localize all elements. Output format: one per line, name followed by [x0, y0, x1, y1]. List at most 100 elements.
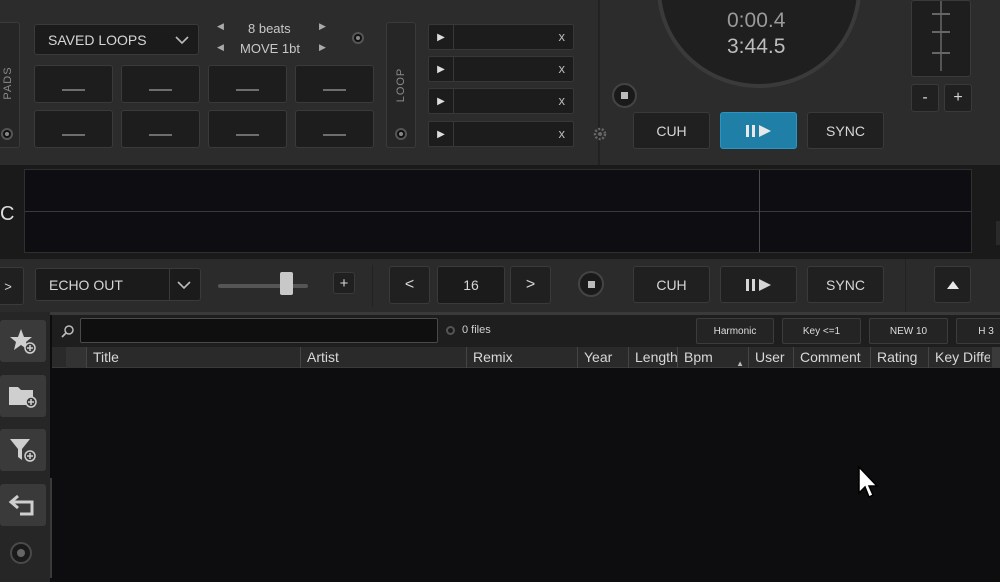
folder-add-icon [9, 387, 37, 408]
filter-h[interactable]: H 3 [956, 318, 1000, 344]
search-option-dot[interactable] [446, 326, 455, 335]
pad-2[interactable] [121, 65, 200, 103]
column-comment[interactable]: Comment [793, 347, 870, 368]
column-bpm[interactable]: Bpm ▲ [677, 347, 748, 368]
pads-mode-select[interactable]: SAVED LOOPS [34, 24, 199, 55]
loop-indicator-dot [395, 128, 407, 140]
pitch-track [940, 1, 942, 71]
loop-slot-2[interactable]: ▶ x [428, 56, 574, 82]
chevron-down-icon [175, 36, 189, 45]
play-pause-button[interactable] [720, 112, 797, 149]
pad-7[interactable] [208, 110, 287, 148]
record-icon[interactable] [10, 542, 32, 564]
pad-5[interactable] [34, 110, 113, 148]
row-selector-column [66, 347, 86, 368]
pitch-plus-button[interactable]: + [944, 84, 972, 112]
waveform-marker [759, 170, 760, 252]
filter-key[interactable]: Key <=1 [782, 318, 861, 344]
play-pause-icon [745, 278, 771, 291]
pitch-minus-button[interactable]: - [911, 84, 939, 112]
stop-button[interactable] [578, 271, 604, 297]
pad-1[interactable] [34, 65, 113, 103]
pads-option-dot[interactable] [352, 32, 364, 44]
pads-mode-label: SAVED LOOPS [48, 31, 147, 48]
column-user[interactable]: User [748, 347, 793, 368]
close-icon[interactable]: x [559, 93, 566, 108]
triangle-up-icon [946, 280, 959, 289]
waveform-display[interactable] [24, 169, 972, 253]
time-elapsed: 0:00.4 [727, 9, 786, 32]
effect-slider-handle[interactable] [280, 272, 293, 295]
column-length[interactable]: Length [628, 347, 677, 368]
column-artist[interactable]: Artist [300, 347, 466, 368]
pad-6[interactable] [121, 110, 200, 148]
pad-4[interactable] [295, 65, 374, 103]
play-icon[interactable]: ▶ [429, 57, 454, 81]
play-pause-icon [745, 124, 771, 137]
close-icon[interactable]: x [559, 126, 566, 141]
column-key-diff[interactable]: Key Diffe [928, 347, 990, 368]
stop-icon [587, 280, 595, 288]
column-rating[interactable]: Rating [870, 347, 928, 368]
favorites-add-button[interactable] [0, 320, 46, 362]
column-title[interactable]: Title [86, 347, 300, 368]
loop-slot-3[interactable]: ▶ x [428, 88, 574, 114]
sort-ascending-icon: ▲ [736, 359, 744, 368]
play-icon[interactable]: ▶ [429, 89, 454, 113]
loop-slot-4[interactable]: ▶ x [428, 121, 574, 147]
play-icon[interactable]: ▶ [429, 122, 454, 146]
close-icon[interactable]: x [559, 29, 566, 44]
pads-indicator-dot [1, 128, 13, 140]
column-year[interactable]: Year [577, 347, 628, 368]
cue-button[interactable]: CUH [633, 266, 710, 303]
track-list-header: Title Artist Remix Year Length Bpm ▲ Use… [52, 347, 1000, 368]
deck-controls-panel: PADS SAVED LOOPS ◀ 8 beats ▶ ◀ MOVE 1bt … [0, 0, 1000, 165]
effect-slider-track[interactable] [218, 284, 308, 288]
close-icon[interactable]: x [559, 61, 566, 76]
pads-side-tab[interactable]: PADS [0, 22, 20, 148]
loop-slot-1[interactable]: ▶ x [428, 24, 574, 50]
search-input[interactable] [80, 318, 438, 343]
stop-button[interactable] [612, 83, 637, 108]
effect-select[interactable]: ECHO OUT [35, 268, 201, 301]
collapse-up-button[interactable] [934, 266, 971, 303]
loop-length-display: 16 [437, 266, 505, 304]
beats-next-icon[interactable]: ▶ [319, 21, 326, 32]
filter-harmonic[interactable]: Harmonic [696, 318, 774, 344]
loop-next-button[interactable]: > [510, 266, 551, 304]
pitch-tick [932, 52, 950, 54]
move-label: MOVE 1bt [240, 41, 300, 56]
pads-side-label: PADS [2, 66, 14, 100]
back-button[interactable] [0, 484, 46, 526]
loop-prev-button[interactable]: < [389, 266, 430, 304]
filter-add-button[interactable] [0, 429, 46, 471]
waveform-centerline [25, 211, 971, 212]
play-icon[interactable]: ▶ [429, 25, 454, 49]
expand-left-button[interactable]: > [0, 267, 24, 305]
beats-prev-icon[interactable]: ◀ [217, 21, 224, 32]
cue-button[interactable]: CUH [633, 112, 710, 149]
mouse-cursor-icon [858, 465, 879, 499]
pad-8[interactable] [295, 110, 374, 148]
pitch-tick [932, 31, 950, 33]
sync-button[interactable]: SYNC [807, 112, 884, 149]
filter-new[interactable]: NEW 10 [869, 318, 948, 344]
loop-side-label: LOOP [395, 67, 407, 103]
transport-divider [372, 265, 373, 307]
pitch-slider[interactable] [911, 0, 971, 77]
beats-label: 8 beats [248, 21, 291, 36]
waveform-panel: C [0, 165, 1000, 259]
play-pause-button[interactable] [720, 266, 797, 303]
column-bpm-label: Bpm [684, 349, 713, 365]
sync-button[interactable]: SYNC [807, 266, 884, 303]
gear-icon[interactable] [592, 126, 608, 142]
move-next-icon[interactable]: ▶ [319, 42, 326, 53]
filter-add-icon [10, 439, 36, 462]
folder-add-button[interactable] [0, 375, 46, 417]
loop-side-tab[interactable]: LOOP [386, 22, 416, 148]
pad-3[interactable] [208, 65, 287, 103]
move-prev-icon[interactable]: ◀ [217, 42, 224, 53]
column-remix[interactable]: Remix [466, 347, 577, 368]
star-add-icon [10, 329, 36, 354]
add-effect-button[interactable]: + [333, 272, 355, 294]
